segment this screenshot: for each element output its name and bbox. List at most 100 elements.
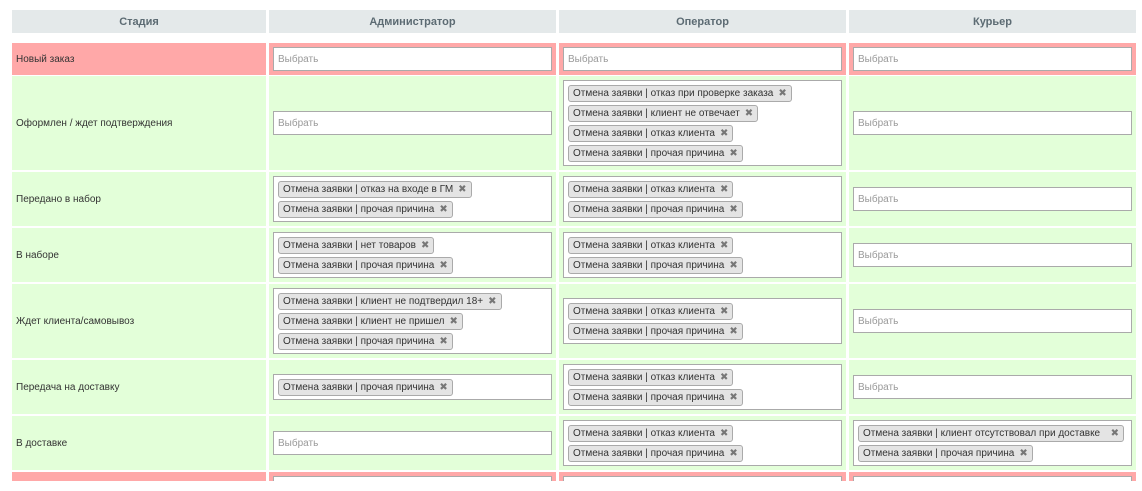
admin-cell: Отмена заявки | нет товаров ✖ Отмена заявк… (269, 228, 556, 284)
tag-label: Отмена заявки | прочая причина (863, 448, 1015, 459)
courier-multiselect[interactable]: Отмена заявки | клиент отсутствовал при … (853, 420, 1132, 466)
select-placeholder: Выбрать (568, 53, 609, 65)
admin-select-input[interactable]: Выбрать (273, 47, 552, 71)
admin-multiselect[interactable]: Отмена заявки | нет товаров ✖ Отмена заявк… (273, 232, 552, 278)
tag-label: Отмена заявки | прочая причина (573, 148, 725, 159)
header-courier: Курьер (849, 10, 1136, 33)
remove-tag-icon[interactable]: ✖ (729, 325, 737, 338)
courier-select-input[interactable]: Выбрать (853, 309, 1132, 333)
admin-multiselect[interactable]: Отмена заявки | клиент не подтвердил 18+… (273, 288, 552, 354)
header-operator: Оператор (559, 10, 846, 33)
header-stage: Стадия (12, 10, 266, 33)
tag-label: Отмена заявки | отказ клиента (573, 240, 715, 251)
select-placeholder: Выбрать (858, 117, 899, 129)
selected-tag: Отмена заявки | отказ клиента ✖ (568, 125, 734, 142)
stage-name: Ждет клиента/самовывоз (12, 284, 266, 360)
operator-cell: Отмена заявки | отказ при проверке заказ… (559, 76, 846, 172)
remove-tag-icon[interactable]: ✖ (458, 183, 466, 196)
selected-tag: Отмена заявки | клиент отсутствовал при … (858, 425, 1124, 442)
select-placeholder: Выбрать (278, 437, 319, 449)
select-placeholder: Выбрать (278, 53, 319, 65)
tag-label: Отмена заявки | прочая причина (283, 382, 435, 393)
operator-multiselect[interactable]: Отмена заявки | отказ клиента ✖ Отмена зая… (563, 232, 842, 278)
selected-tag: Отмена заявки | клиент не пришел ✖ (278, 313, 463, 330)
remove-tag-icon[interactable]: ✖ (450, 315, 458, 328)
table-row: Передано в набор Отмена заявки | отказ на… (12, 172, 1136, 228)
remove-tag-icon[interactable]: ✖ (720, 183, 728, 196)
selected-tag: Отмена заявки | отказ клиента ✖ (568, 181, 734, 198)
table-row: Новый заказ Выбрать Выбрать Выбрать (12, 43, 1136, 76)
operator-multiselect[interactable]: Отмена заявки | отказ при проверке заказ… (563, 80, 842, 166)
courier-select-input[interactable]: Выбрать (853, 47, 1132, 71)
operator-select-input[interactable]: Выбрать (563, 47, 842, 71)
selected-tag: Отмена заявки | отказ при проверке заказ… (568, 85, 792, 102)
remove-tag-icon[interactable]: ✖ (720, 371, 728, 384)
remove-tag-icon[interactable]: ✖ (778, 87, 786, 100)
remove-tag-icon[interactable]: ✖ (729, 147, 737, 160)
select-placeholder: Выбрать (858, 53, 899, 65)
operator-multiselect[interactable]: Отмена заявки | отказ клиента ✖ Отмена зая… (563, 364, 842, 410)
selected-tag: Отмена заявки | нет товаров ✖ (278, 237, 435, 254)
remove-tag-icon[interactable]: ✖ (729, 447, 737, 460)
partial-cell (849, 472, 1136, 482)
selected-tag: Отмена заявки | прочая причина ✖ (278, 201, 453, 218)
selected-tag: Отмена заявки | клиент не отвечает ✖ (568, 105, 759, 122)
table-row: Ждет клиента/самовывоз Отмена заявки | кл… (12, 284, 1136, 360)
remove-tag-icon[interactable]: ✖ (439, 335, 447, 348)
tag-label: Отмена заявки | отказ на входе в ГМ (283, 184, 454, 195)
table-row: Оформлен / ждет подтверждения Выбрать Отме… (12, 76, 1136, 172)
remove-tag-icon[interactable]: ✖ (488, 295, 496, 308)
remove-tag-icon[interactable]: ✖ (1019, 447, 1027, 460)
table-row: Передача на доставку Отмена заявки | проч… (12, 360, 1136, 416)
remove-tag-icon[interactable]: ✖ (729, 259, 737, 272)
select-placeholder: Выбрать (858, 381, 899, 393)
operator-cell: Отмена заявки | отказ клиента ✖ Отмена зая… (559, 360, 846, 416)
partial-select-input[interactable] (273, 476, 552, 481)
remove-tag-icon[interactable]: ✖ (745, 107, 753, 120)
admin-cell: Отмена заявки | отказ на входе в ГМ ✖ Отме… (269, 172, 556, 228)
selected-tag: Отмена заявки | прочая причина ✖ (278, 257, 453, 274)
operator-cell: Отмена заявки | отказ клиента ✖ Отмена зая… (559, 416, 846, 472)
tag-label: Отмена заявки | нет товаров (283, 240, 416, 251)
tag-label: Отмена заявки | прочая причина (283, 336, 435, 347)
table-body: Новый заказ Выбрать Выбрать Выбрать Оформлен… (12, 43, 1136, 482)
tag-label: Отмена заявки | отказ клиента (573, 306, 715, 317)
remove-tag-icon[interactable]: ✖ (439, 203, 447, 216)
remove-tag-icon[interactable]: ✖ (720, 127, 728, 140)
admin-multiselect[interactable]: Отмена заявки | прочая причина ✖ (273, 374, 552, 400)
courier-select-input[interactable]: Выбрать (853, 111, 1132, 135)
admin-select-input[interactable]: Выбрать (273, 111, 552, 135)
remove-tag-icon[interactable]: ✖ (439, 381, 447, 394)
selected-tag: Отмена заявки | прочая причина ✖ (568, 145, 743, 162)
remove-tag-icon[interactable]: ✖ (421, 239, 429, 252)
partial-select-input[interactable] (853, 476, 1132, 481)
partial-cell (12, 472, 266, 482)
courier-select-input[interactable]: Выбрать (853, 243, 1132, 267)
selected-tag: Отмена заявки | прочая причина ✖ (568, 445, 743, 462)
courier-select-input[interactable]: Выбрать (853, 187, 1132, 211)
remove-tag-icon[interactable]: ✖ (439, 259, 447, 272)
stage-name: В доставке (12, 416, 266, 472)
operator-cell: Отмена заявки | отказ клиента ✖ Отмена зая… (559, 284, 846, 360)
remove-tag-icon[interactable]: ✖ (720, 305, 728, 318)
stage-name: Новый заказ (12, 43, 266, 76)
operator-multiselect[interactable]: Отмена заявки | отказ клиента ✖ Отмена зая… (563, 420, 842, 466)
tag-label: Отмена заявки | клиент отсутствовал при … (863, 428, 1101, 439)
operator-multiselect[interactable]: Отмена заявки | отказ клиента ✖ Отмена зая… (563, 298, 842, 344)
tag-label: Отмена заявки | клиент не пришел (283, 316, 445, 327)
selected-tag: Отмена заявки | отказ клиента ✖ (568, 303, 734, 320)
partial-select-input[interactable] (563, 476, 842, 481)
remove-tag-icon[interactable]: ✖ (720, 427, 728, 440)
admin-select-input[interactable]: Выбрать (273, 431, 552, 455)
admin-multiselect[interactable]: Отмена заявки | отказ на входе в ГМ ✖ Отме… (273, 176, 552, 222)
courier-select-input[interactable]: Выбрать (853, 375, 1132, 399)
tag-label: Отмена заявки | отказ клиента (573, 184, 715, 195)
remove-tag-icon[interactable]: ✖ (729, 391, 737, 404)
select-placeholder: Выбрать (278, 117, 319, 129)
remove-tag-icon[interactable]: ✖ (720, 239, 728, 252)
tag-label: Отмена заявки | прочая причина (283, 260, 435, 271)
courier-cell: Выбрать (849, 43, 1136, 76)
remove-tag-icon[interactable]: ✖ (729, 203, 737, 216)
operator-multiselect[interactable]: Отмена заявки | отказ клиента ✖ Отмена зая… (563, 176, 842, 222)
remove-tag-icon[interactable]: ✖ (1111, 427, 1119, 440)
